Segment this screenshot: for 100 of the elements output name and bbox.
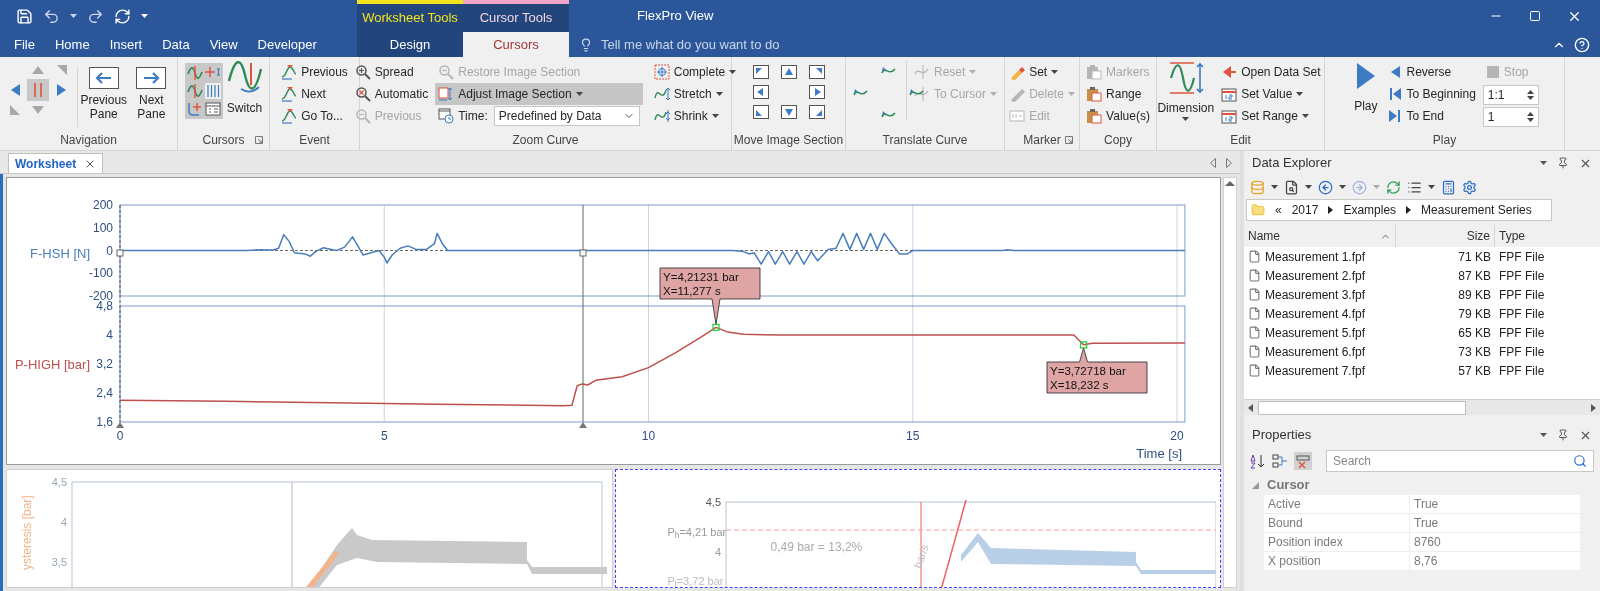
event-button[interactable]: Next [278,83,351,105]
menu-tab[interactable]: Cursors [463,32,569,57]
axis-tick-label: 4 [106,328,113,342]
help-icon[interactable] [1574,36,1590,53]
scroll-up-icon[interactable] [1225,180,1235,186]
preview-icon[interactable] [1284,179,1299,195]
zoom-button[interactable]: Automatic [351,83,432,105]
marker-button[interactable]: Set [1006,61,1078,83]
breadcrumb-item[interactable]: Measurement Series [1421,201,1532,219]
shrink-icon [653,108,670,124]
edit-data-button[interactable]: Open Data Set [1218,61,1324,83]
copy-button[interactable]: Range [1083,83,1153,105]
menu-tab[interactable]: Data [152,32,200,57]
panel-title: Properties [1252,426,1312,445]
chart-pane[interactable]: F-HSH [N] 200 100 0 -100 -200 P-HIGH [bar] 4,8 4 3,2 2,4 1,6 0 5 10 15 20 Time [s] Y=4,21231 bar X=11,277 s Y=3,72718 bar X=18,232 s [6,177,1221,465]
breadcrumb-item[interactable]: 2017 [1291,201,1319,219]
speed-spinner[interactable]: 1:1 [1482,85,1539,105]
file-row[interactable]: Measurement 1.fpf 71 KB FPF File [1244,247,1600,266]
maximize-icon[interactable] [1529,10,1541,22]
file-type: FPF File [1499,287,1545,302]
fit-button[interactable]: Stretch [650,83,740,105]
file-row[interactable]: Measurement 4.fpf 79 KB FPF File [1244,304,1600,323]
scroll-right-icon[interactable] [1226,158,1232,168]
column-header[interactable]: Type [1495,225,1600,247]
pin-icon[interactable] [1557,429,1569,441]
fit-button[interactable]: Shrink [650,105,740,127]
copy-button[interactable]: Value(s) [1083,105,1153,127]
cursor-handle[interactable] [579,249,587,257]
data-pointer-icon [1221,64,1238,80]
magnifier-icon [354,86,371,102]
event-button[interactable]: Go To... [278,105,351,127]
time-select[interactable]: Predefined by Data [493,106,640,126]
undo-icon[interactable] [43,7,60,25]
cursor-handle[interactable] [116,249,124,257]
breadcrumb-arrow-icon [1328,206,1334,214]
event-curve-icon [281,64,298,80]
delete-property-icon[interactable] [1294,452,1312,470]
edit-data-button[interactable]: Set Range [1218,105,1324,127]
refresh-icon[interactable] [1386,179,1401,195]
menu-tab[interactable]: View [199,32,248,57]
image-section-button[interactable]: Adjust Image Section [435,83,643,105]
play-icon [1354,61,1377,91]
cursor-marker-icon[interactable] [116,422,124,428]
axis-tick-label: 4,5 [705,496,721,508]
switch-button[interactable]: Switch [226,61,263,117]
breadcrumb-item[interactable]: Examples [1343,201,1397,219]
pane-button[interactable]: Previous Pane [81,61,126,121]
playback-button[interactable]: To End [1385,105,1479,127]
calculator-icon[interactable] [1441,179,1456,195]
cursor-pair-icon[interactable] [27,79,50,101]
cursor-marker-icon[interactable] [579,422,587,428]
scrollbar-thumb[interactable] [1258,400,1466,415]
file-row[interactable]: Measurement 3.fpf 89 KB FPF File [1244,285,1600,304]
caret-icon [1428,185,1435,189]
edit-data-button[interactable]: Set Value [1218,83,1324,105]
pane-button[interactable]: Next Pane [129,61,173,121]
speed-spinner[interactable]: 1 [1482,107,1539,127]
menu-tab[interactable]: Home [44,32,100,57]
caret-icon [711,114,719,118]
playback-button[interactable]: To Beginning [1385,83,1479,105]
file-row[interactable]: Measurement 2.fpf 87 KB FPF File [1244,266,1600,285]
list-view-icon[interactable] [1407,179,1422,195]
save-icon[interactable] [16,7,33,25]
redo-icon[interactable] [87,7,104,25]
menu-tab[interactable]: Insert [99,32,153,57]
clipboard-icon [1086,108,1103,124]
back-icon[interactable] [1318,179,1333,195]
refresh-document-icon[interactable] [114,7,131,25]
play-button[interactable]: Play [1350,61,1382,115]
menu-tab[interactable]: Design [357,32,463,57]
caret-icon [969,70,977,74]
file-row[interactable]: Measurement 5.fpf 65 KB FPF File [1244,323,1600,342]
menu-tab[interactable]: Developer [247,32,327,57]
calendar-icon [1221,108,1238,124]
playback-button[interactable]: Reverse [1385,61,1479,83]
path-bar[interactable]: « 2017 Examples Measurement Series [1246,199,1552,221]
fit-button[interactable]: Complete [650,61,740,83]
file-row[interactable]: Measurement 7.fpf 57 KB FPF File [1244,361,1600,380]
dialog-launcher-icon[interactable] [1065,136,1073,144]
settings-icon[interactable] [1462,179,1477,195]
tell-me-field[interactable]: Tell me what do you want to do [579,34,780,55]
axis-tick-label: 100 [92,220,113,235]
sort-alphabetical-icon[interactable] [1250,453,1266,469]
scroll-left-icon[interactable] [1210,158,1216,168]
group-label: Move Image Section [733,132,844,149]
zoom-button[interactable]: Spread [351,61,432,83]
column-header[interactable]: Name [1244,225,1396,247]
property-group[interactable]: Cursor [1267,475,1310,495]
file-row[interactable]: Measurement 6.fpf 73 KB FPF File [1244,342,1600,361]
dialog-launcher-icon[interactable] [255,136,263,144]
document-tab[interactable]: Worksheet [8,153,104,173]
pin-icon[interactable] [1557,157,1569,169]
search-field[interactable]: Search [1326,450,1594,472]
cursor-line[interactable] [119,204,121,423]
column-header[interactable]: Size [1396,225,1495,247]
breadcrumb-item[interactable]: « [1275,201,1282,219]
dimension-button[interactable]: Dimension [1157,61,1215,121]
event-button[interactable]: Previous [278,61,351,83]
categorized-icon[interactable] [1272,453,1288,469]
menu-tab[interactable]: File [4,32,45,57]
